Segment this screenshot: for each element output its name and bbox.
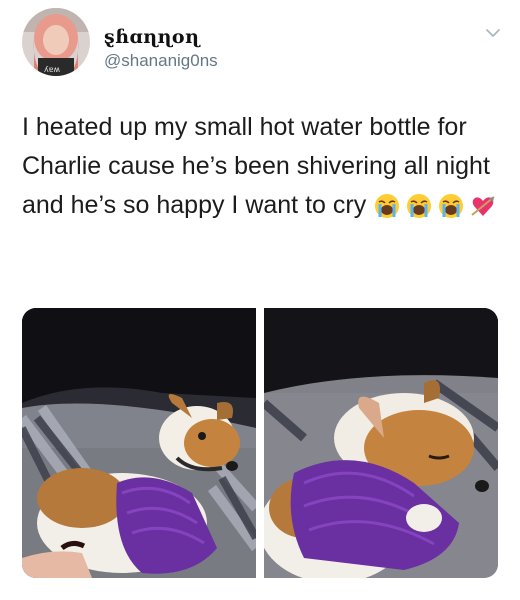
svg-text:ʎɐʍ: ʎɐʍ [44,65,61,74]
tweet-header: ʎɐʍ ȿɦɑɳɳoɳ @shananig0ns [22,8,502,76]
loudly-crying-face-icon [439,194,464,219]
avatar[interactable]: ʎɐʍ [22,8,90,76]
photo-right[interactable] [264,308,498,578]
user-handle[interactable]: @shananig0ns [104,51,218,71]
avatar-image: ʎɐʍ [22,8,90,76]
tweet-text: I heated up my small hot water bottle fo… [22,108,502,225]
loudly-crying-face-icon [407,194,432,219]
chevron-down-icon[interactable] [482,22,504,44]
dog-photo-left [22,308,256,578]
display-name[interactable]: ȿɦɑɳɳoɳ [104,26,199,48]
photo-left[interactable] [22,308,256,578]
loudly-crying-face-icon [375,194,400,219]
emoji-row [374,193,496,219]
dog-photo-right [264,308,498,578]
tweet-media [22,308,498,578]
heart-with-arrow-icon [471,196,495,217]
